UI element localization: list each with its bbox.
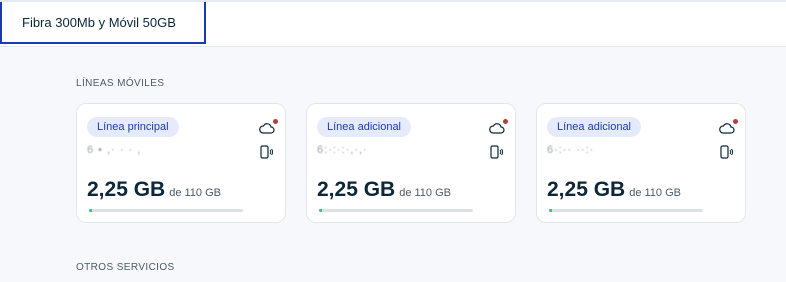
masked-phone-number: 6·:·· ··:· [547, 144, 595, 156]
line-card-principal[interactable]: Línea principal 6 • ,· · · , 2,25 GB de … [76, 103, 286, 223]
data-usage: 2,25 GB de 110 GB [547, 178, 681, 202]
line-card-adicional-1[interactable]: Línea adicional 6:·:·:·,·,· 2,25 GB de 1… [306, 103, 516, 223]
cloud-icon[interactable] [259, 119, 278, 136]
cloud-icon[interactable] [719, 119, 738, 136]
usage-progress-fill [549, 209, 553, 212]
used-amount: 2,25 GB [317, 178, 396, 201]
masked-phone-number: 6:·:·:·,·,· [317, 144, 368, 156]
limit-amount: de 110 GB [399, 187, 451, 199]
data-usage: 2,25 GB de 110 GB [87, 178, 221, 202]
used-amount: 2,25 GB [547, 178, 626, 201]
usage-progress-bar [319, 209, 473, 212]
usage-progress-fill [319, 209, 323, 212]
phone-signal-icon[interactable] [489, 145, 504, 159]
tab-fibra-movil[interactable]: Fibra 300Mb y Móvil 50GB [0, 2, 206, 44]
status-dot [503, 119, 508, 124]
limit-amount: de 110 GB [629, 187, 681, 199]
data-usage: 2,25 GB de 110 GB [317, 178, 451, 202]
status-dot [733, 119, 738, 124]
section-title-lineas-moviles: LÍNEAS MÓVILES [76, 78, 165, 89]
usage-progress-bar [549, 209, 703, 212]
phone-signal-icon[interactable] [719, 145, 734, 159]
tab-bar: Fibra 300Mb y Móvil 50GB [0, 2, 786, 47]
section-title-otros-servicios: OTROS SERVICIOS [76, 262, 175, 273]
used-amount: 2,25 GB [87, 178, 166, 201]
line-badge: Línea adicional [317, 117, 412, 137]
masked-phone-number: 6 • ,· · · , [87, 144, 142, 156]
cloud-icon[interactable] [489, 119, 508, 136]
line-badge: Línea principal [87, 117, 179, 137]
limit-amount: de 110 GB [169, 187, 221, 199]
usage-progress-fill [89, 209, 93, 212]
line-badge: Línea adicional [547, 117, 642, 137]
status-dot [273, 119, 278, 124]
line-card-adicional-2[interactable]: Línea adicional 6·:·· ··:· 2,25 GB de 11… [536, 103, 746, 223]
phone-signal-icon[interactable] [259, 145, 274, 159]
usage-progress-bar [89, 209, 243, 212]
